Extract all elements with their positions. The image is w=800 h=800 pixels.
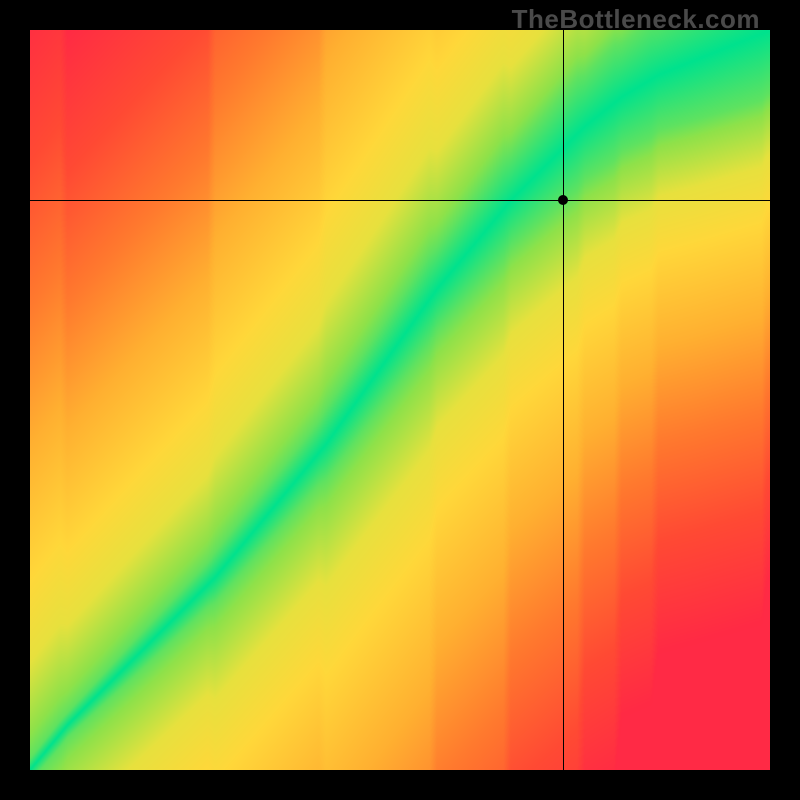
- crosshair-vertical: [563, 30, 564, 770]
- crosshair-point[interactable]: [558, 195, 568, 205]
- plot-area: [30, 30, 770, 770]
- bottleneck-heatmap: [30, 30, 770, 770]
- chart-container: TheBottleneck.com: [0, 0, 800, 800]
- crosshair-horizontal: [30, 200, 770, 201]
